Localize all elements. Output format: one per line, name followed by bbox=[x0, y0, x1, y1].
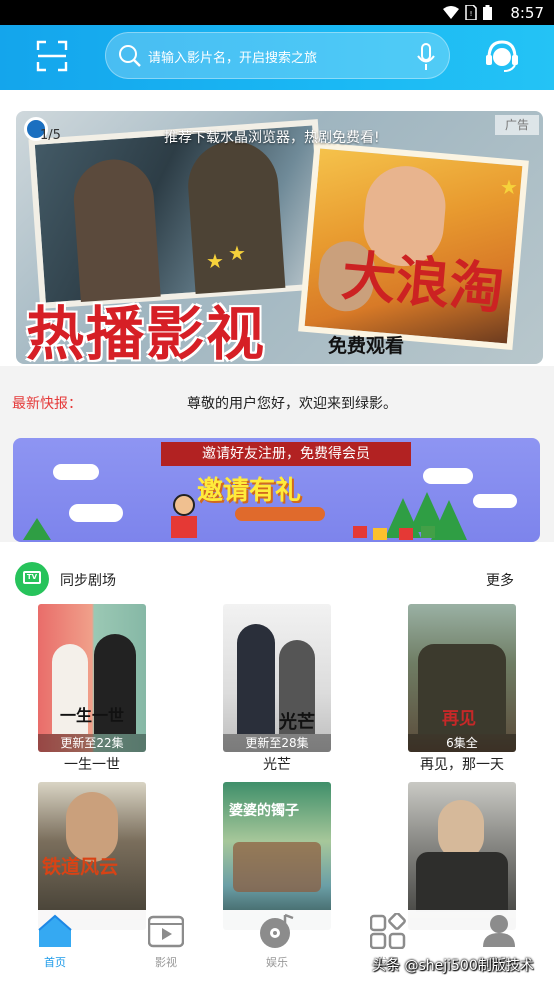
banner-subline: 免费观看 bbox=[328, 335, 405, 357]
drama-title: 再见，那一天 bbox=[420, 757, 504, 773]
watermark: 头条 @sheji500制版技术 bbox=[372, 958, 534, 974]
tab-entertainment[interactable]: 娱乐 bbox=[222, 910, 332, 985]
drama-title: 一生一世 bbox=[64, 757, 120, 773]
star-icon: ★ bbox=[228, 241, 246, 265]
poster-text: 再见 bbox=[442, 709, 476, 729]
more-link[interactable]: 更多 bbox=[486, 570, 514, 590]
poster[interactable]: 再见 6集全 bbox=[408, 604, 516, 752]
star-icon: ★ bbox=[206, 249, 224, 273]
search-bar[interactable]: 请输入影片名，开启搜索之旅 bbox=[105, 32, 450, 79]
home-icon bbox=[38, 914, 72, 947]
kid-illustration bbox=[173, 494, 195, 516]
poster-text: 婆婆的镯子 bbox=[229, 803, 299, 819]
invite-headline: 邀请有礼 bbox=[197, 476, 302, 506]
news-ticker[interactable]: 最新快报： 尊敬的用户您好，欢迎来到绿影。 bbox=[0, 366, 554, 436]
section-title: 同步剧场 bbox=[60, 573, 116, 589]
banner-counter: 1/5 bbox=[40, 128, 61, 143]
episode-badge: 更新至22集 bbox=[38, 734, 146, 752]
news-label: 最新快报： bbox=[12, 396, 82, 412]
poster[interactable] bbox=[408, 782, 516, 930]
tab-video[interactable]: 影视 bbox=[111, 910, 221, 985]
battery-icon bbox=[483, 5, 492, 20]
scan-icon[interactable] bbox=[36, 40, 68, 72]
tv-icon: TV bbox=[15, 562, 49, 596]
episode-badge: 更新至28集 bbox=[223, 734, 331, 752]
poster[interactable]: 婆婆的镯子 bbox=[223, 782, 331, 930]
tab-label: 影视 bbox=[155, 956, 177, 969]
search-icon bbox=[119, 45, 141, 67]
grid-icon bbox=[370, 913, 406, 949]
microphone-icon[interactable] bbox=[417, 43, 435, 71]
banner-brush-text: 大浪淘 bbox=[339, 243, 507, 321]
music-disc-icon bbox=[260, 913, 294, 948]
svg-text:!: ! bbox=[470, 10, 473, 18]
invite-strip: 邀请好友注册，免费得会员 bbox=[161, 442, 411, 466]
status-icons: ! bbox=[443, 5, 492, 20]
tab-label: 首页 bbox=[44, 956, 66, 969]
tab-label: 娱乐 bbox=[266, 956, 288, 969]
invite-button[interactable] bbox=[235, 507, 325, 521]
invite-banner[interactable]: 邀请好友注册，免费得会员 邀请有礼 bbox=[13, 438, 540, 542]
wifi-icon bbox=[443, 5, 459, 19]
poster-text: 铁道风云 bbox=[42, 856, 119, 878]
sim-icon: ! bbox=[465, 5, 477, 20]
drama-title: 光芒 bbox=[263, 757, 291, 773]
status-time: 8:57 bbox=[510, 4, 544, 22]
search-placeholder: 请输入影片名，开启搜索之旅 bbox=[148, 51, 318, 66]
poster[interactable]: 光芒 更新至28集 bbox=[223, 604, 331, 752]
poster[interactable]: 铁道风云 bbox=[38, 782, 146, 930]
ad-banner[interactable]: 大浪淘 ★ ★ ★ 1/5 推荐下载水晶浏览器，热剧免费看! 广告 热播影视 免… bbox=[16, 111, 543, 364]
banner-photo-left bbox=[28, 119, 330, 309]
news-message: 尊敬的用户您好，欢迎来到绿影。 bbox=[187, 396, 397, 412]
status-bar: ! 8:57 bbox=[0, 0, 554, 25]
ad-tag: 广告 bbox=[495, 115, 539, 135]
banner-caption: 推荐下载水晶浏览器，热剧免费看! bbox=[164, 130, 380, 146]
tab-home[interactable]: 首页 bbox=[0, 910, 110, 985]
episode-badge: 6集全 bbox=[408, 734, 516, 752]
customer-service-icon[interactable] bbox=[484, 38, 520, 74]
banner-area: 大浪淘 ★ ★ ★ 1/5 推荐下载水晶浏览器，热剧免费看! 广告 热播影视 免… bbox=[0, 90, 554, 366]
video-icon bbox=[148, 915, 184, 948]
top-header: 请输入影片名，开启搜索之旅 bbox=[0, 25, 554, 90]
banner-headline: 热播影视 bbox=[26, 300, 267, 364]
poster[interactable]: 一生一世 更新至22集 bbox=[38, 604, 146, 752]
section-header: TV 同步剧场 更多 bbox=[0, 562, 554, 598]
user-icon bbox=[483, 915, 515, 947]
banner-photo-right: 大浪淘 bbox=[298, 141, 529, 351]
poster-text: 光芒 bbox=[279, 712, 315, 733]
poster-text: 一生一世 bbox=[60, 706, 125, 725]
star-icon: ★ bbox=[500, 175, 518, 199]
